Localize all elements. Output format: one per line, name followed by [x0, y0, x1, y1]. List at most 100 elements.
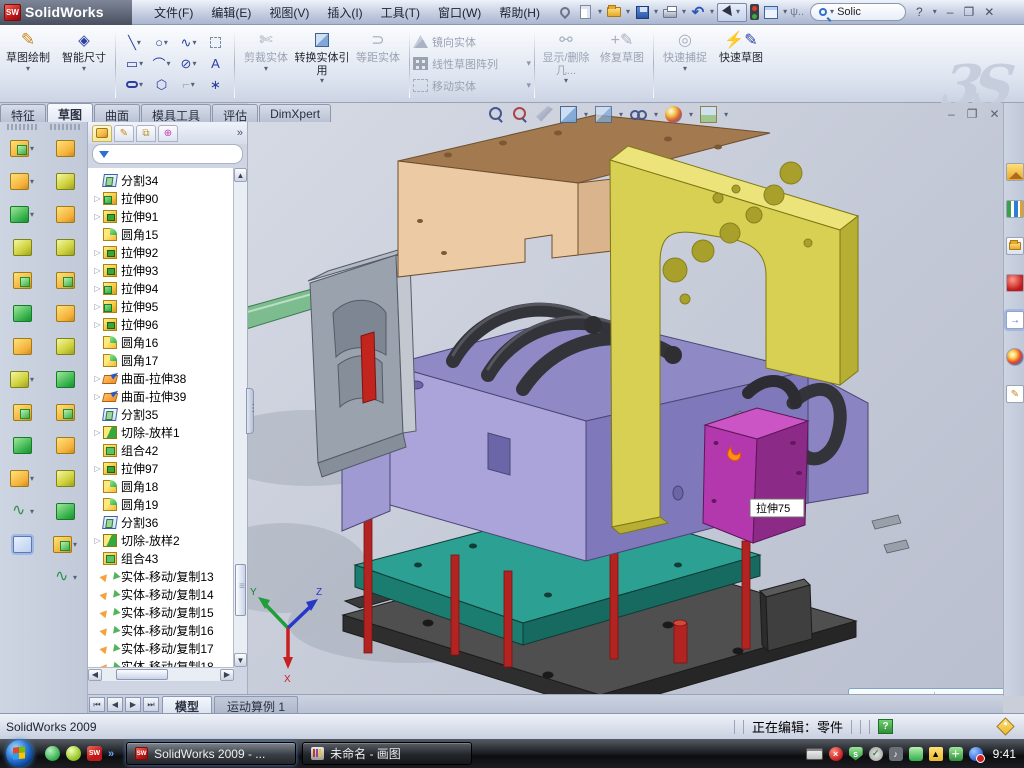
doc-minimize-button[interactable]: ‒	[948, 107, 955, 121]
defender-tray-icon[interactable]: ＋	[949, 747, 963, 761]
tree-item[interactable]: ▷切除-放样1	[92, 423, 234, 441]
section-view-icon[interactable]	[536, 106, 553, 123]
tree-item[interactable]: ▷拉伸92	[92, 243, 234, 261]
tree-item[interactable]: 实体-移动/复制17	[92, 639, 234, 657]
expand-arrow[interactable]: ▷	[92, 320, 103, 329]
split-tool[interactable]: ▾	[1, 495, 43, 528]
swept-boss-tool[interactable]	[44, 132, 86, 165]
tab-last-button[interactable]: ⏭	[143, 697, 159, 712]
solidworks-quicklaunch-icon[interactable]: SW	[87, 746, 102, 761]
help-dropdown[interactable]: ▾	[933, 8, 937, 16]
network-tray-icon[interactable]	[909, 747, 923, 761]
propertymanager-tab-icon[interactable]: ✎	[114, 125, 134, 142]
selection-box-tool[interactable]	[202, 32, 229, 53]
warning-tray-icon[interactable]: ▲	[929, 747, 943, 761]
line-tool[interactable]: ╲▾	[121, 32, 148, 53]
tree-item[interactable]: ▷拉伸91	[92, 207, 234, 225]
options-dropdown[interactable]: ▾	[783, 8, 787, 16]
tree-item[interactable]: ▷拉伸90	[92, 189, 234, 207]
solidworks-search-icon[interactable]	[1006, 274, 1024, 292]
measure-tool[interactable]	[1, 528, 43, 561]
select-button[interactable]: ▾	[717, 3, 747, 22]
custom-properties-icon[interactable]: ✎	[1006, 385, 1024, 403]
revolve-tool[interactable]	[44, 165, 86, 198]
hscroll-thumb[interactable]	[116, 669, 168, 680]
rib-tool[interactable]	[1, 231, 43, 264]
save-button[interactable]	[633, 3, 651, 21]
arc-tool[interactable]: ⌒▾	[148, 53, 175, 74]
search-box[interactable]: ▾ Solic	[810, 3, 906, 21]
tree-item[interactable]: ▷拉伸96	[92, 315, 234, 333]
extrude-boss-tool[interactable]: ▾	[1, 132, 43, 165]
menu-insert[interactable]: 插入(I)	[319, 1, 370, 24]
linear-pattern-button[interactable]: 线性草图阵列 ▾	[413, 54, 531, 74]
undo-dropdown[interactable]: ▾	[710, 8, 714, 16]
tree-item[interactable]: 实体-移动/复制13	[92, 567, 234, 585]
options-button[interactable]	[762, 3, 780, 21]
close-button[interactable]: ✕	[984, 5, 994, 19]
tree-item[interactable]: ▷切除-放样2	[92, 531, 234, 549]
tree-item[interactable]: 组合43	[92, 549, 234, 567]
player-quicklaunch-icon[interactable]	[66, 746, 81, 761]
tab-dimxpert[interactable]: DimXpert	[259, 104, 331, 122]
expand-arrow[interactable]: ▷	[92, 194, 103, 203]
sketch-button[interactable]: ✎ 草图绘制 ▾	[0, 25, 56, 102]
extrude-cut-tool[interactable]: ▾	[1, 165, 43, 198]
menu-window[interactable]: 窗口(W)	[430, 1, 489, 24]
combine-tool[interactable]	[1, 429, 43, 462]
apply-scene-icon[interactable]	[700, 106, 717, 123]
print-button[interactable]	[661, 3, 679, 21]
search-input[interactable]: Solic	[837, 6, 861, 18]
trim-entities-button[interactable]: ✄ 剪裁实体 ▾	[238, 25, 294, 102]
panel-chevron-icon[interactable]: »	[237, 127, 243, 139]
expand-arrow[interactable]: ▷	[92, 284, 103, 293]
shell-tool[interactable]	[1, 264, 43, 297]
menu-view[interactable]: 视图(V)	[261, 1, 317, 24]
solidworks-resources-icon[interactable]	[1006, 163, 1024, 181]
rapid-sketch-button[interactable]: ⚡✎ 快速草图	[713, 25, 769, 102]
input-method-icon[interactable]	[806, 748, 823, 760]
tree-item[interactable]: ▷曲面-拉伸38	[92, 369, 234, 387]
pattern-dropdown[interactable]: ▾	[526, 58, 531, 69]
minimize-button[interactable]: ‒	[947, 5, 954, 19]
expand-arrow[interactable]: ▷	[92, 266, 103, 275]
scroll-down-arrow[interactable]: ▼	[234, 653, 247, 667]
zoom-fit-icon[interactable]	[488, 106, 505, 123]
taskbar-clock[interactable]: 9:41	[993, 747, 1016, 761]
pattern-tool[interactable]: ▾	[1, 363, 43, 396]
new-document-button[interactable]	[577, 3, 595, 21]
tree-item[interactable]: 圆角15	[92, 225, 234, 243]
scroll-thumb[interactable]	[235, 564, 246, 616]
thicken-tool[interactable]	[44, 396, 86, 429]
model-tab[interactable]: 模型	[162, 696, 212, 713]
dome-tool[interactable]	[44, 495, 86, 528]
tab-sketch[interactable]: 草图	[47, 103, 93, 122]
tab-evaluate[interactable]: 评估	[212, 104, 258, 122]
design-library-icon[interactable]	[1006, 200, 1024, 218]
tab-next-button[interactable]: ▶	[125, 697, 141, 712]
doc-close-button[interactable]: ✕	[989, 107, 999, 121]
planar-surface-tool[interactable]	[44, 330, 86, 363]
expand-arrow[interactable]: ▷	[92, 536, 103, 545]
curve-tool[interactable]: ▾	[44, 561, 86, 594]
spline-tool[interactable]: ∿▾	[175, 32, 202, 53]
tree-item[interactable]: ▷拉伸93	[92, 261, 234, 279]
tag-icon[interactable]	[996, 717, 1014, 735]
tree-item[interactable]: 圆角19	[92, 495, 234, 513]
tree-item[interactable]: 实体-移动/复制15	[92, 603, 234, 621]
tree-item[interactable]: ▷拉伸95	[92, 297, 234, 315]
verification-icon[interactable]	[750, 4, 759, 20]
panel-splitter[interactable]	[246, 388, 254, 434]
scroll-left-arrow[interactable]: ◀	[88, 669, 102, 681]
sync-tray-icon[interactable]	[969, 747, 983, 761]
fillet-tool[interactable]: ▾	[1, 198, 43, 231]
draft-tool[interactable]	[1, 297, 43, 330]
quick-tips-icon[interactable]: ?	[878, 719, 893, 734]
edit-appearance-icon[interactable]	[665, 106, 682, 123]
display-style-icon[interactable]	[595, 106, 612, 123]
expand-arrow[interactable]: ▷	[92, 464, 103, 473]
tree-item[interactable]: 分割36	[92, 513, 234, 531]
mirror-tool[interactable]	[1, 396, 43, 429]
scroll-right-arrow[interactable]: ▶	[220, 669, 234, 681]
pin-icon[interactable]	[558, 5, 572, 19]
